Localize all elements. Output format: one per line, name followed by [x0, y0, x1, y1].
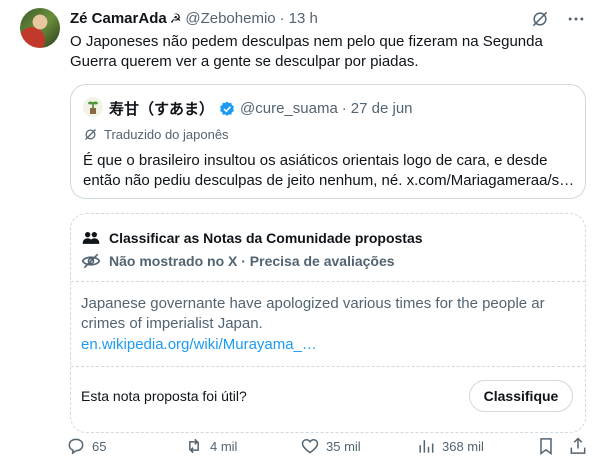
notes-title-row[interactable]: Classificar as Notas da Comunidade propo… [81, 228, 423, 248]
community-notes-box: Classificar as Notas da Comunidade propo… [70, 213, 586, 433]
people-icon [82, 232, 100, 244]
reply-action[interactable]: 65 [66, 436, 106, 456]
hammer-sickle-emoji: ☭ [169, 10, 182, 26]
repost-action[interactable]: 4 mil [184, 436, 237, 456]
quoted-tweet[interactable]: 寿甘（すあま） @cure_suama · 27 de jun Traduzid… [70, 84, 586, 199]
tweet-text: O Japoneses não pedem desculpas nem pelo… [70, 33, 543, 70]
like-action[interactable]: 35 mil [300, 436, 361, 456]
tweet-top-icons [530, 9, 586, 29]
rate-note-button[interactable]: Classifique [469, 380, 573, 412]
tweet-time[interactable]: 13 h [289, 10, 318, 27]
author-handle[interactable]: @Zebohemio [185, 10, 275, 27]
quote-date[interactable]: 27 de jun [351, 100, 413, 117]
bookmark-action[interactable] [536, 436, 556, 456]
divider [71, 281, 585, 282]
quote-header: 寿甘（すあま） @cure_suama · 27 de jun [109, 98, 413, 119]
author-name[interactable]: Zé CamarAda [70, 10, 167, 27]
bookmark-icon [540, 438, 552, 455]
heart-icon [301, 438, 319, 454]
note-helpful-question: Esta nota proposta foi útil? [81, 388, 247, 404]
share-action[interactable] [568, 436, 588, 456]
views-count: 368 mil [442, 438, 484, 454]
author-avatar[interactable] [20, 8, 60, 48]
quote-author-handle[interactable]: @cure_suama [240, 100, 338, 117]
reply-count: 65 [92, 438, 107, 454]
tweet-header: Zé CamarAda ☭ @Zebohemio · 13 h [70, 10, 318, 27]
sprout-icon [88, 101, 98, 114]
separator-dot: · [341, 100, 347, 117]
notes-title: Classificar as Notas da Comunidade propo… [109, 230, 423, 246]
views-action[interactable]: 368 mil [416, 436, 484, 456]
grok-icon[interactable] [530, 9, 550, 29]
like-count: 35 mil [326, 438, 361, 454]
share-icon [570, 437, 586, 454]
note-source-link[interactable]: en.wikipedia.org/wiki/Murayama_… [81, 336, 317, 353]
tweet-actions: 65 4 mil 35 mil 368 mil [66, 436, 590, 460]
repost-icon [189, 438, 199, 454]
translated-text: Traduzido do japonês [104, 127, 229, 142]
quote-text: É que o brasileiro insultou os asiáticos… [83, 152, 575, 189]
views-chart-icon [419, 440, 434, 453]
divider [71, 366, 585, 367]
more-icon[interactable] [566, 9, 586, 29]
separator-dot: · [279, 10, 285, 27]
reply-icon [68, 438, 84, 455]
proposed-note-text: Japanese governante have apologized vari… [81, 295, 545, 332]
grok-icon [85, 129, 96, 140]
repost-count: 4 mil [210, 438, 238, 454]
quote-author-avatar[interactable] [83, 97, 103, 117]
notes-status: Não mostrado no X · Precisa de avaliaçõe… [109, 253, 395, 269]
hidden-eye-icon [81, 253, 101, 269]
verified-badge-icon [220, 101, 234, 116]
notes-status-row: Não mostrado no X · Precisa de avaliaçõe… [81, 251, 395, 271]
translated-label: Traduzido do japonês [83, 127, 229, 142]
quote-author-name[interactable]: 寿甘（すあま） [109, 98, 214, 119]
